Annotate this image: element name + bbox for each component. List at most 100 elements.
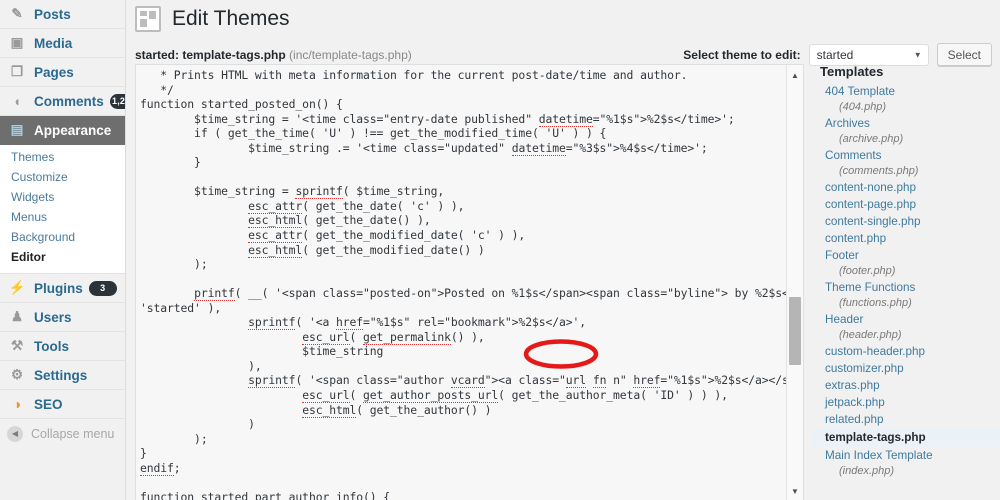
sidebar-item-posts[interactable]: ✎ Posts (0, 0, 125, 29)
sidebar-primary-list: ✎ Posts ▣ Media ❐ Pages ◖ Comments 1,238 ▤ Appeara… (0, 0, 125, 145)
sidebar-item-label: Posts (34, 6, 71, 22)
template-list-item[interactable]: extras.php (814, 377, 1000, 394)
sidebar-item-appearance[interactable]: ▤ Appearance (0, 116, 125, 145)
template-link[interactable]: content-page.php (825, 196, 1000, 213)
template-filename: (functions.php) (839, 297, 912, 309)
template-list-item[interactable]: content.php (814, 230, 1000, 247)
template-filename: (archive.php) (839, 133, 904, 145)
seo-icon: ◑ (12, 396, 22, 412)
template-link[interactable]: Header (825, 311, 1000, 328)
current-file-label: started: template-tags.php (inc/template… (135, 48, 412, 62)
select-theme-button[interactable]: Select (936, 43, 992, 66)
template-link[interactable]: content-single.php (825, 213, 1000, 230)
collapse-arrow-icon: ◀ (7, 425, 23, 442)
current-theme-name: started: (135, 47, 180, 62)
plug-icon: ⚡ (8, 280, 26, 295)
sidebar-item-label: Users (34, 309, 72, 325)
template-link[interactable]: content.php (825, 230, 1000, 247)
template-link[interactable]: template-tags.php (825, 429, 1000, 446)
file-info-row: started: template-tags.php (inc/template… (126, 32, 1000, 66)
submenu-item-editor[interactable]: Editor (0, 248, 125, 268)
sidebar-secondary-list: ⚡ Plugins 3 ♟ Users ⚒ Tools ⚙ Settings ◑ SEO (0, 274, 125, 419)
template-list-item[interactable]: custom-header.php (814, 343, 1000, 360)
scrollbar-thumb[interactable] (789, 297, 801, 365)
scroll-up-arrow-icon[interactable]: ▲ (787, 67, 803, 83)
collapse-menu-button[interactable]: ◀ Collapse menu (0, 419, 125, 448)
template-list-item[interactable]: Theme Functions (functions.php) (814, 279, 1000, 311)
template-link[interactable]: custom-header.php (825, 343, 1000, 360)
template-list-item[interactable]: content-single.php (814, 213, 1000, 230)
sidebar-item-users[interactable]: ♟ Users (0, 303, 125, 332)
template-link[interactable]: related.php (825, 411, 1000, 428)
admin-sidebar: ✎ Posts ▣ Media ❐ Pages ◖ Comments 1,238 ▤ Appeara… (0, 0, 126, 500)
sidebar-item-pages[interactable]: ❐ Pages (0, 58, 125, 87)
theme-select-value: started (816, 47, 854, 62)
collapse-menu-label: Collapse menu (31, 426, 115, 441)
submenu-item-menus[interactable]: Menus (0, 208, 125, 228)
settings-icon: ⚙ (10, 367, 24, 382)
template-link[interactable]: Footer (825, 247, 1000, 264)
theme-switcher: Select theme to edit: started ▼ Select (683, 43, 992, 66)
sidebar-item-label: SEO (34, 396, 63, 412)
sidebar-item-media[interactable]: ▣ Media (0, 29, 125, 58)
current-file-path: (inc/template-tags.php) (289, 47, 412, 62)
scroll-down-arrow-icon[interactable]: ▼ (787, 483, 803, 499)
template-list-item[interactable]: content-none.php (814, 179, 1000, 196)
template-link[interactable]: extras.php (825, 377, 1000, 394)
sidebar-badge: 3 (88, 280, 117, 296)
sidebar-item-comments[interactable]: ◖ Comments 1,238 (0, 87, 125, 116)
template-link[interactable]: content-none.php (825, 179, 1000, 196)
template-list-item[interactable]: Comments (comments.php) (814, 147, 1000, 179)
submenu-item-customize[interactable]: Customize (0, 168, 125, 188)
appearance-icon: ▤ (10, 122, 24, 137)
appearance-icon (135, 6, 161, 32)
code-textarea[interactable]: * Prints HTML with meta information for … (136, 65, 786, 500)
template-link[interactable]: 404 Template (825, 83, 1000, 100)
sidebar-item-plugins[interactable]: ⚡ Plugins 3 (0, 274, 125, 303)
template-list-item[interactable]: Footer (footer.php) (814, 247, 1000, 279)
template-list-item[interactable]: 404 Template (404.php) (814, 83, 1000, 115)
submenu-item-themes[interactable]: Themes (0, 148, 125, 168)
users-icon: ♟ (10, 309, 24, 324)
page-icon: ❐ (10, 64, 24, 79)
appearance-submenu: Themes Customize Widgets Menus Background Edi… (0, 145, 125, 274)
chevron-down-icon: ▼ (913, 50, 922, 59)
template-link[interactable]: Theme Functions (825, 279, 1000, 296)
sidebar-item-settings[interactable]: ⚙ Settings (0, 361, 125, 390)
pin-icon: ✎ (11, 6, 23, 21)
template-link[interactable]: customizer.php (825, 360, 1000, 377)
template-list-item[interactable]: customizer.php (814, 360, 1000, 377)
editor-scrollbar[interactable]: ▲ ▼ (786, 65, 803, 500)
sidebar-item-label: Tools (34, 338, 69, 354)
sidebar-item-label: Pages (34, 64, 74, 80)
template-list-item[interactable]: Archives (archive.php) (814, 115, 1000, 147)
comment-icon: ◖ (12, 93, 22, 109)
template-link[interactable]: Archives (825, 115, 1000, 132)
sidebar-item-seo[interactable]: ◑ SEO (0, 390, 125, 419)
template-list-item[interactable]: Header (header.php) (814, 311, 1000, 343)
current-file-name: template-tags.php (182, 47, 286, 62)
template-list-item[interactable]: Main Index Template (index.php) (814, 447, 1000, 479)
sidebar-item-label: Settings (34, 367, 88, 383)
template-filename: (footer.php) (839, 265, 896, 277)
sidebar-item-tools[interactable]: ⚒ Tools (0, 332, 125, 361)
template-link[interactable]: Main Index Template (825, 447, 1000, 464)
template-link[interactable]: jetpack.php (825, 394, 1000, 411)
page-title: Edit Themes (172, 7, 290, 30)
templates-heading: Templates (820, 64, 884, 79)
sidebar-badge: 1,238 (109, 93, 125, 109)
template-list-item[interactable]: template-tags.php (814, 428, 1000, 447)
template-link[interactable]: Comments (825, 147, 1000, 164)
sidebar-item-label: Plugins (34, 280, 83, 296)
template-list-item[interactable]: content-page.php (814, 196, 1000, 213)
template-filename: (index.php) (839, 465, 895, 477)
submenu-item-background[interactable]: Background (0, 228, 125, 248)
template-filename: (404.php) (839, 101, 887, 113)
submenu-item-widgets[interactable]: Widgets (0, 188, 125, 208)
camera-icon: ▣ (10, 35, 24, 50)
page-header: Edit Themes (126, 0, 1000, 32)
template-list-item[interactable]: related.php (814, 411, 1000, 428)
template-list-item[interactable]: jetpack.php (814, 394, 1000, 411)
theme-select-dropdown[interactable]: started ▼ (808, 43, 929, 66)
code-editor-panel: * Prints HTML with meta information for … (135, 64, 804, 500)
